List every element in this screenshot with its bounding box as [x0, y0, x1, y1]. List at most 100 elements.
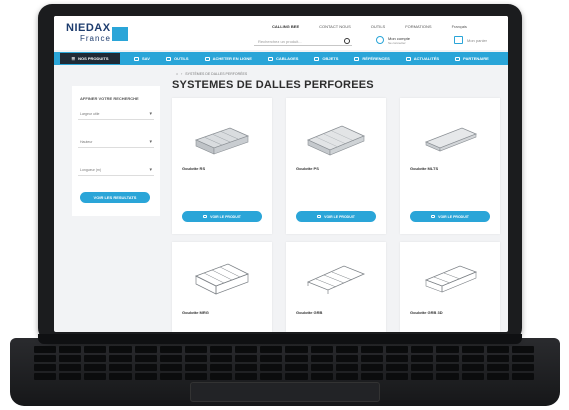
keyboard-key [461, 355, 484, 362]
search-input[interactable]: Recherchez un produit... [254, 38, 352, 46]
nav-item-label: OUTILS [173, 56, 189, 61]
nav-item[interactable]: ACHETER EN LIGNE [204, 56, 252, 61]
keyboard-key [34, 364, 57, 371]
keyboard-key [411, 364, 434, 371]
site-logo[interactable]: NIEDAX France [66, 22, 130, 44]
nav-item-icon [204, 56, 210, 61]
top-link[interactable]: CONTACT NOUS [319, 24, 351, 29]
account-link[interactable]: Mon compte Se connecter [376, 36, 426, 46]
keyboard-key [235, 373, 258, 380]
user-icon [376, 36, 384, 44]
product-card[interactable]: Goulotte GRB 3D [400, 242, 500, 332]
keyboard-key [310, 346, 333, 353]
keyboard-key [285, 355, 308, 362]
logo-subtext: France [80, 34, 111, 43]
eye-icon [203, 215, 208, 218]
filter-select[interactable]: Longueur (m) ▾ [78, 166, 154, 176]
product-card[interactable]: Goulotte MRG [172, 242, 272, 332]
filter-sidebar: AFFINER VOTRE RECHERCHE Largeur utile ▾ … [72, 86, 160, 216]
main-nav: ☰ NOS PRODUITS SAV OUTILS ACHETER EN LIG… [54, 52, 508, 65]
product-card[interactable]: Goulotte GRB [286, 242, 386, 332]
keyboard-key [260, 355, 283, 362]
keyboard-key [511, 373, 534, 380]
top-link[interactable]: CALLING BEE [272, 24, 299, 29]
keyboard-key [134, 373, 157, 380]
keyboard-key [486, 355, 509, 362]
product-card[interactable]: Goulotte RS VOIR LE PRODUIT [172, 98, 272, 234]
keyboard-key [386, 373, 409, 380]
keyboard-key [184, 373, 208, 380]
apply-filters-button[interactable]: VOIR LES RESULTATS [80, 192, 150, 203]
keyboard-key [386, 364, 409, 371]
top-link[interactable]: FORMATIONS [405, 24, 431, 29]
nav-item[interactable]: OBJETS [314, 56, 338, 61]
keyboard-key [109, 373, 132, 380]
eye-icon [317, 215, 322, 218]
cable-tray-image [306, 125, 366, 156]
wire-tray-image [195, 263, 249, 295]
keyboard-key [511, 364, 534, 371]
breadcrumb-item[interactable]: SYSTÈMES DE DALLES PERFORÉES [185, 72, 247, 76]
keyboard-key [436, 355, 459, 362]
keyboard-key [285, 346, 308, 353]
search-icon[interactable] [344, 38, 350, 44]
nav-item-label: ACHETER EN LIGNE [212, 56, 252, 61]
keyboard-key [260, 346, 283, 353]
keyboard-key [134, 355, 157, 362]
nav-item-icon [455, 56, 461, 61]
search-placeholder: Recherchez un produit... [258, 39, 302, 44]
view-product-button[interactable]: VOIR LE PRODUIT [182, 211, 262, 222]
keyboard [34, 346, 534, 380]
nav-item[interactable]: OUTILS [165, 56, 189, 61]
view-product-label: VOIR LE PRODUIT [324, 214, 355, 219]
keyboard-key [360, 355, 384, 362]
keyboard-key [235, 364, 258, 371]
nav-item[interactable]: RÉFÉRENCES [354, 56, 390, 61]
home-icon[interactable]: ⌂ [176, 72, 178, 76]
cable-tray-image [424, 127, 478, 152]
product-name: Goulotte GRB 3D [410, 310, 443, 315]
keyboard-key [159, 364, 182, 371]
keyboard-key [335, 373, 358, 380]
apply-filters-label: VOIR LES RESULTATS [93, 195, 137, 200]
filter-label: Hauteur [80, 140, 93, 144]
product-card[interactable]: Goulotte PS VOIR LE PRODUIT [286, 98, 386, 234]
keyboard-key [436, 364, 459, 371]
laptop-mockup: NIEDAX France CALLING BEE CONTACT NOUS O… [0, 0, 569, 410]
product-name: Goulotte MLTS [410, 166, 439, 171]
view-product-button[interactable]: VOIR LE PRODUIT [410, 211, 490, 222]
top-link[interactable]: OUTILS [371, 24, 385, 29]
keyboard-key [260, 373, 283, 380]
filter-select[interactable]: Hauteur ▾ [78, 138, 154, 148]
keyboard-key [34, 346, 57, 353]
wire-tray-image [424, 265, 478, 293]
keyboard-key [411, 355, 434, 362]
nav-item[interactable]: PARTENAIRE [455, 56, 489, 61]
nav-item[interactable]: ACTUALITÉS [405, 56, 440, 61]
nav-catalog-button[interactable]: ☰ NOS PRODUITS [60, 53, 120, 64]
nav-item-label: RÉFÉRENCES [362, 56, 390, 61]
language-link[interactable]: Français [452, 24, 467, 29]
keyboard-key [59, 364, 82, 371]
keyboard-key [109, 364, 132, 371]
keyboard-key [184, 355, 208, 362]
nav-item-icon [165, 56, 171, 61]
keyboard-key [84, 364, 107, 371]
view-product-button[interactable]: VOIR LE PRODUIT [296, 211, 376, 222]
keyboard-key [335, 355, 358, 362]
product-card[interactable]: Goulotte MLTS VOIR LE PRODUIT [400, 98, 500, 234]
cart-link[interactable]: Mon panier [454, 36, 502, 46]
keyboard-key [335, 364, 358, 371]
filter-select[interactable]: Largeur utile ▾ [78, 110, 154, 120]
keyboard-key [235, 355, 258, 362]
keyboard-key [285, 364, 308, 371]
keyboard-key [486, 346, 509, 353]
keyboard-key [210, 364, 233, 371]
keyboard-key [335, 346, 358, 353]
nav-item[interactable]: SAV [134, 56, 150, 61]
nav-item[interactable]: CABLAGES [267, 56, 298, 61]
keyboard-key [461, 346, 484, 353]
nav-item-label: ACTUALITÉS [413, 56, 440, 61]
keyboard-key [34, 355, 57, 362]
keyboard-key [310, 355, 333, 362]
